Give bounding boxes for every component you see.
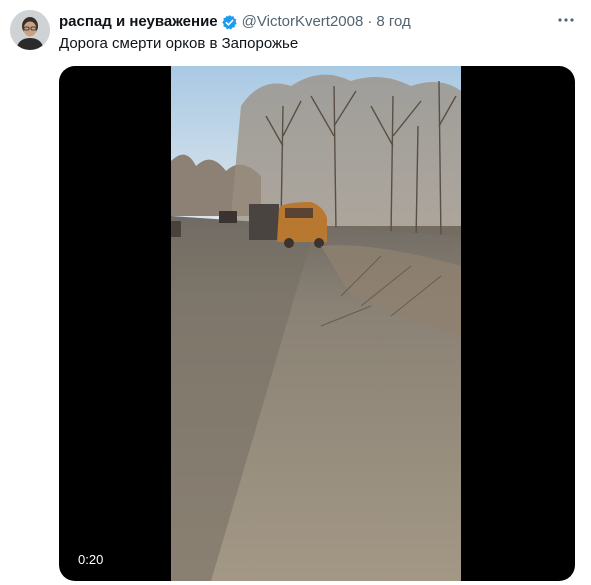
tweet-header: распад и неуважение @VictorKvert2008 · 8… (59, 12, 411, 32)
tweet-text: Дорога смерти орков в Запорожье (59, 35, 299, 52)
tweet: распад и неуважение @VictorKvert2008 · 8… (0, 0, 591, 585)
video-frame[interactable] (171, 66, 461, 581)
verified-badge-icon (221, 14, 238, 31)
author-name[interactable]: распад и неуважение (59, 12, 218, 32)
more-options-button[interactable] (556, 12, 576, 32)
separator-dot: · (367, 13, 373, 30)
more-dots-icon (557, 11, 575, 34)
author-handle[interactable]: @VictorKvert2008 (242, 12, 364, 32)
avatar[interactable] (10, 10, 50, 50)
video-duration: 0:20 (78, 552, 104, 567)
video-player[interactable]: 0:20 (59, 66, 575, 581)
timestamp[interactable]: 8 год (376, 12, 410, 32)
